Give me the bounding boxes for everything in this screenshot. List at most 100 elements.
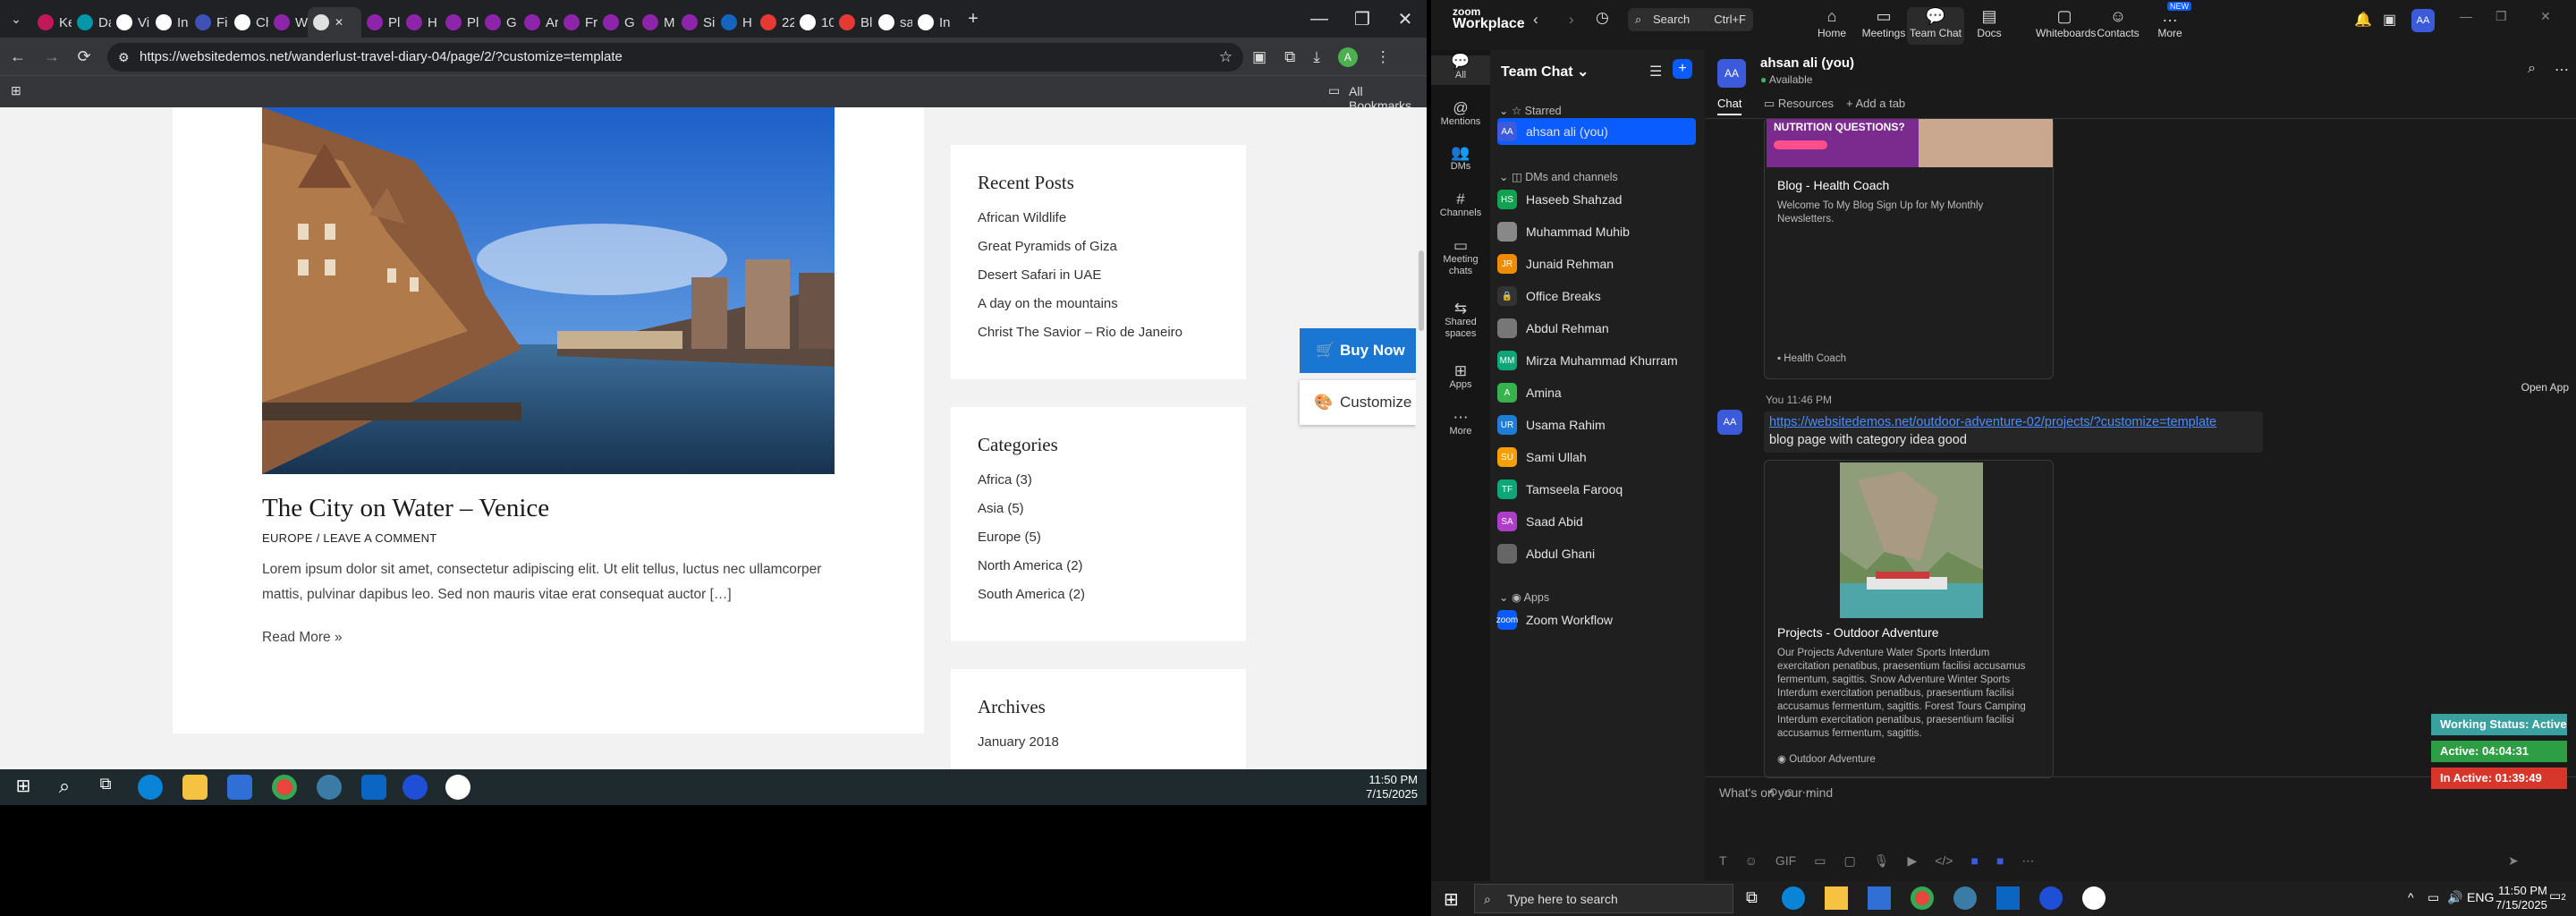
message-link[interactable]: https://websitedemos.net/outdoor-adventu…: [1769, 415, 2216, 429]
site-info-icon[interactable]: ⚙: [118, 43, 130, 72]
tab-close-icon[interactable]: ✕: [335, 16, 343, 29]
open-app-button[interactable]: Open App: [2469, 377, 2576, 397]
nav-meetings[interactable]: ▭ Meetings: [1855, 7, 1912, 39]
file-icon[interactable]: ▭: [1814, 853, 1826, 869]
rail-meeting-chats[interactable]: ▭ Meeting chats: [1431, 238, 1490, 277]
post-title[interactable]: The City on Water – Venice: [262, 494, 549, 523]
browser-tab[interactable]: ✕: [308, 7, 361, 38]
tab-chat[interactable]: Chat: [1717, 97, 1742, 115]
browser-tab[interactable]: Bl: [834, 7, 873, 38]
browser-tab[interactable]: Fi: [190, 7, 229, 38]
mic-icon[interactable]: 🎙: [1874, 853, 1890, 869]
rail-mentions[interactable]: @ Mentions: [1431, 100, 1490, 128]
close-button[interactable]: ✕: [2540, 9, 2551, 24]
search-icon[interactable]: ⌕: [2528, 61, 2536, 77]
volume-icon[interactable]: 🔊: [2447, 890, 2462, 905]
customize-button[interactable]: 🎨 Customize: [1300, 380, 1416, 425]
browser-tab[interactable]: M: [637, 7, 676, 38]
menu-dots-icon[interactable]: ⋮: [1376, 48, 1391, 66]
rail-more[interactable]: ⋯ More: [1431, 410, 1490, 437]
chat-list-item[interactable]: TF Tamseela Farooq: [1497, 476, 1696, 503]
category-link[interactable]: Europe (5): [978, 530, 1219, 558]
file-explorer-icon[interactable]: [182, 775, 208, 800]
history-icon[interactable]: ◷: [1596, 9, 1609, 27]
minimize-button[interactable]: —: [2460, 9, 2472, 23]
browser-tab[interactable]: In: [912, 7, 952, 38]
post-meta[interactable]: EUROPE / LEAVE A COMMENT: [262, 531, 437, 545]
minimize-button[interactable]: —: [1298, 9, 1341, 30]
code-icon[interactable]: </>: [1935, 853, 1953, 869]
recent-post-link[interactable]: Great Pyramids of Giza: [978, 239, 1219, 267]
browser-tab[interactable]: In: [150, 7, 190, 38]
gif-icon[interactable]: GIF: [1775, 853, 1796, 869]
chat-list-item[interactable]: SA Saad Abid: [1497, 508, 1696, 535]
search-icon[interactable]: ⌕: [52, 775, 77, 800]
chrome-icon[interactable]: [1911, 886, 1934, 910]
message-bubble[interactable]: https://websitedemos.net/outdoor-adventu…: [1764, 411, 2263, 453]
browser-tab[interactable]: H: [716, 7, 755, 38]
bookmark-star-icon[interactable]: ☆: [1219, 43, 1233, 72]
puzzle-icon[interactable]: ⧉: [1284, 48, 1295, 66]
starred-section[interactable]: ⌄ ☆ Starred: [1499, 104, 1562, 117]
browser-tab[interactable]: W: [268, 7, 308, 38]
chat-list-item[interactable]: zoom Zoom Workflow: [1496, 606, 1696, 633]
windows-start-icon[interactable]: ⊞: [1444, 888, 1459, 911]
more-icon[interactable]: ⋯: [2555, 61, 2569, 79]
forward-icon[interactable]: ›: [1569, 11, 1574, 29]
app-icon[interactable]: [317, 775, 342, 800]
chat-list-item[interactable]: A Amina: [1497, 379, 1696, 406]
chat-list-item[interactable]: AA ahsan ali (you): [1497, 118, 1696, 145]
task-view-icon[interactable]: ⧉: [93, 775, 118, 800]
bell-icon[interactable]: 🔔: [2354, 11, 2372, 29]
browser-tab[interactable]: 22: [755, 7, 794, 38]
rail-channels[interactable]: # Channels: [1431, 191, 1490, 219]
chat-list-item[interactable]: Abdul Ghani: [1497, 540, 1696, 567]
network-icon[interactable]: ▭: [2428, 890, 2439, 905]
file-explorer-icon[interactable]: [1825, 886, 1848, 910]
read-more-link[interactable]: Read More »: [262, 630, 343, 646]
tab-search-icon[interactable]: ⌄: [0, 12, 32, 27]
composer-input[interactable]: What's on your mind: [1719, 785, 2453, 800]
windows-start-icon[interactable]: ⊞: [11, 775, 36, 800]
rail-apps[interactable]: ⊞ Apps: [1431, 363, 1490, 391]
notification-icon[interactable]: ▭2: [2549, 888, 2566, 903]
browser-tab[interactable]: Ch: [229, 7, 268, 38]
zoom-search[interactable]: ⌕ Search Ctrl+F: [1628, 8, 1753, 31]
zoom-icon[interactable]: [2039, 886, 2063, 910]
chat-list-item[interactable]: JR Junaid Rehman: [1497, 250, 1696, 277]
browser-tab[interactable]: 10: [794, 7, 834, 38]
buy-now-button[interactable]: 🛒 Buy Now: [1300, 328, 1416, 373]
browser-tab[interactable]: Pl: [361, 7, 401, 38]
scrollbar-thumb[interactable]: [1419, 250, 1424, 331]
nav-more[interactable]: … More NEW: [2141, 2, 2199, 39]
store-icon[interactable]: [1868, 886, 1891, 910]
chat-list-item[interactable]: Abdul Rehman: [1497, 315, 1696, 342]
address-bar[interactable]: ⚙ https://websitedemos.net/wanderlust-tr…: [107, 43, 1243, 72]
chat-list-item[interactable]: 🔒 Office Breaks: [1497, 283, 1696, 310]
video-icon[interactable]: ▶: [1907, 853, 1917, 869]
chrome-icon[interactable]: [272, 775, 297, 800]
browser-tab[interactable]: Ke: [32, 7, 72, 38]
rail-dms[interactable]: 👥 DMs: [1431, 145, 1490, 173]
recent-post-link[interactable]: Christ The Savior – Rio de Janeiro: [978, 325, 1219, 353]
archive-link[interactable]: January 2018: [978, 734, 1219, 763]
restore-button[interactable]: ❐: [1341, 8, 1384, 30]
browser-tab[interactable]: G: [479, 7, 519, 38]
category-link[interactable]: Africa (3): [978, 472, 1219, 501]
reload-icon[interactable]: ⟳: [68, 47, 100, 66]
vscode-icon[interactable]: [361, 775, 386, 800]
screenshot-icon[interactable]: ▢: [1843, 853, 1855, 869]
nav-contacts[interactable]: ☺ Contacts: [2089, 7, 2147, 39]
chat-user-name[interactable]: ahsan ali (you): [1760, 55, 1854, 71]
chat-avatar[interactable]: AA: [1717, 59, 1746, 88]
browser-tab[interactable]: G: [597, 7, 637, 38]
browser-tab[interactable]: Da: [72, 7, 111, 38]
nav-team-chat[interactable]: 💬 Team Chat: [1907, 7, 1964, 45]
apps-grid-icon[interactable]: ⊞: [11, 83, 21, 98]
more-icon[interactable]: ⋯: [2021, 853, 2034, 869]
link-preview-card-2[interactable]: Projects - Outdoor Adventure Our Project…: [1764, 460, 2054, 778]
new-tab-button[interactable]: +: [952, 9, 995, 30]
zoom-icon[interactable]: [402, 775, 428, 800]
store-icon[interactable]: [227, 775, 252, 800]
browser-tab[interactable]: Pl: [440, 7, 479, 38]
